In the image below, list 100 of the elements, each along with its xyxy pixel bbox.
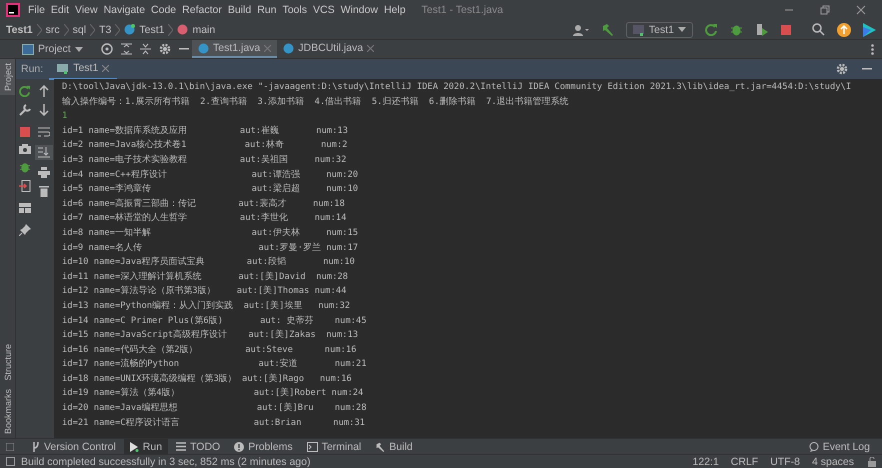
bug-icon[interactable] <box>19 161 31 173</box>
line-ending[interactable]: CRLF <box>730 456 758 468</box>
menu-item[interactable]: VCS <box>312 4 335 16</box>
print-icon[interactable] <box>38 167 50 178</box>
exit-icon[interactable] <box>19 180 31 192</box>
project-view-dropdown[interactable]: Project <box>22 43 83 55</box>
search-icon[interactable] <box>812 23 825 36</box>
branch-icon <box>32 442 40 452</box>
menu-item[interactable]: Run <box>257 4 276 16</box>
tool-window-tab[interactable]: Terminal <box>300 439 368 454</box>
menu-item[interactable]: Help <box>384 4 406 16</box>
menu-item[interactable]: Build <box>228 4 252 16</box>
file-encoding[interactable]: UTF-8 <box>770 456 800 468</box>
camera-icon[interactable] <box>19 144 31 154</box>
console-line: id=14 name=C Primer Plus(第6版) aut: 史蒂芬 num:45 <box>62 314 368 328</box>
console-line: id=10 name=Java程序员面试宝典 aut:段韬 num:10 <box>62 256 356 270</box>
panel-icon <box>22 44 34 54</box>
panel-corner-icon[interactable] <box>6 442 14 450</box>
caret-icon <box>74 46 83 52</box>
menu-item[interactable]: Code <box>151 4 176 16</box>
tool-window-button[interactable]: Project <box>0 59 15 96</box>
breadcrumb[interactable]: Test1 <box>139 24 164 36</box>
console-line: id=4 name=C++程序设计 aut:谭浩强 num:20 <box>62 168 360 182</box>
tool-window-tab[interactable]: Run <box>124 439 168 454</box>
locate-icon[interactable] <box>100 43 113 55</box>
app-logo-icon <box>6 3 20 17</box>
breadcrumb[interactable]: main <box>192 24 216 36</box>
rerun-icon[interactable] <box>19 85 31 97</box>
chevron-icon <box>115 24 120 36</box>
chevron-icon <box>168 24 174 36</box>
console-line: id=3 name=电子技术实验教程 aut:吴祖国 num:32 <box>62 154 348 167</box>
collapse-all-icon[interactable] <box>140 43 151 55</box>
list-icon <box>176 442 186 451</box>
menu-item[interactable]: Navigate <box>104 4 146 16</box>
scroll-to-end-icon <box>38 147 50 158</box>
console-line: id=15 name=JavaScript高级程序设计 aut:[美]Zakas num:13 <box>62 328 360 342</box>
class-icon <box>283 42 294 54</box>
scroll-to-end-button[interactable] <box>35 145 53 160</box>
hammer-icon[interactable] <box>600 23 614 36</box>
app-window-icon <box>57 62 70 74</box>
menu-item[interactable]: Edit <box>50 4 70 16</box>
pin-icon[interactable] <box>19 224 31 236</box>
tool-window-tab[interactable]: Build <box>369 439 419 454</box>
trash-icon[interactable] <box>39 185 49 197</box>
run-config-dropdown[interactable]: Test1 <box>626 22 693 38</box>
settings-icon[interactable] <box>836 63 848 75</box>
rerun-icon[interactable] <box>705 23 718 36</box>
close-icon[interactable] <box>102 64 110 72</box>
tool-window-tab[interactable]: TODO <box>170 439 226 454</box>
hammer-icon <box>375 442 386 452</box>
class-icon <box>198 42 209 54</box>
stop-icon[interactable] <box>780 24 792 36</box>
settings-icon[interactable] <box>158 43 171 55</box>
chevron-icon <box>36 24 42 36</box>
panel-toggle-icon[interactable] <box>6 457 15 466</box>
minimize-panel-icon[interactable] <box>862 68 872 70</box>
console-line: id=12 name=算法导论（原书第3版） aut:[美]Thomas num:44 <box>62 284 348 298</box>
console-line: id=18 name=UNIX环境高级编程（第3版） aut:[美]Rago num:16 <box>62 372 353 386</box>
tool-window-tab[interactable]: Problems <box>228 439 299 454</box>
panel-title: Run: <box>21 63 44 75</box>
indent-setting[interactable]: 4 spaces <box>812 456 854 468</box>
cursor-position[interactable]: 122:1 <box>692 456 719 468</box>
soft-wrap-icon[interactable] <box>38 127 50 138</box>
minimize-panel-icon[interactable] <box>178 48 189 50</box>
menu-item[interactable]: File <box>28 4 45 16</box>
update-icon[interactable] <box>837 22 851 36</box>
editor-tab[interactable]: JDBCUtil.java <box>277 40 380 58</box>
tool-window-button[interactable]: Structure <box>0 340 15 385</box>
console-line: id=21 name=C程序设计语言 aut:Brian num:31 <box>62 416 366 430</box>
restore-icon[interactable] <box>820 5 830 15</box>
wrench-icon[interactable] <box>19 104 31 116</box>
console-line: 输入操作编号：1.展示所有书籍 2.查询书籍 3.添加书籍 4.借出书籍 5.归还书籍 6.删除书籍 7.退出书籍管理系统 <box>62 96 570 109</box>
breadcrumb[interactable]: src <box>46 24 60 36</box>
console-line: 1 <box>62 110 68 124</box>
menu-item[interactable]: Refactor <box>182 4 222 16</box>
expand-all-icon[interactable] <box>120 43 132 55</box>
class-icon <box>124 24 136 35</box>
breadcrumb[interactable]: T3 <box>99 24 112 36</box>
arrow-up-icon[interactable] <box>39 85 49 97</box>
menu-item[interactable]: Window <box>340 4 378 16</box>
plugin-logo-icon[interactable] <box>863 22 876 36</box>
console-line: id=5 name=李鸿章传 aut:梁启超 num:10 <box>62 182 360 196</box>
close-icon[interactable] <box>856 5 866 15</box>
tool-window-button[interactable]: Bookmarks <box>0 384 15 438</box>
menu-item[interactable]: View <box>75 4 98 16</box>
user-icon[interactable] <box>572 24 589 36</box>
caret-icon <box>678 27 686 32</box>
more-icon[interactable] <box>871 44 874 54</box>
breadcrumb[interactable]: Test1 <box>6 24 33 36</box>
method-icon <box>177 24 188 35</box>
arrow-down-icon[interactable] <box>39 104 49 116</box>
lock-icon[interactable] <box>868 456 876 466</box>
console-line: id=17 name=流畅的Python aut:安道 num:21 <box>62 358 368 372</box>
menu-item[interactable]: Tools <box>282 4 307 16</box>
bug-icon[interactable] <box>730 23 743 36</box>
layout-icon[interactable] <box>19 203 31 213</box>
tool-window-tab[interactable]: Version Control <box>26 439 122 454</box>
editor-tab[interactable]: Test1.java <box>192 40 278 58</box>
event-log-button[interactable]: Event Log <box>802 439 876 454</box>
breadcrumb[interactable]: sql <box>72 24 86 36</box>
